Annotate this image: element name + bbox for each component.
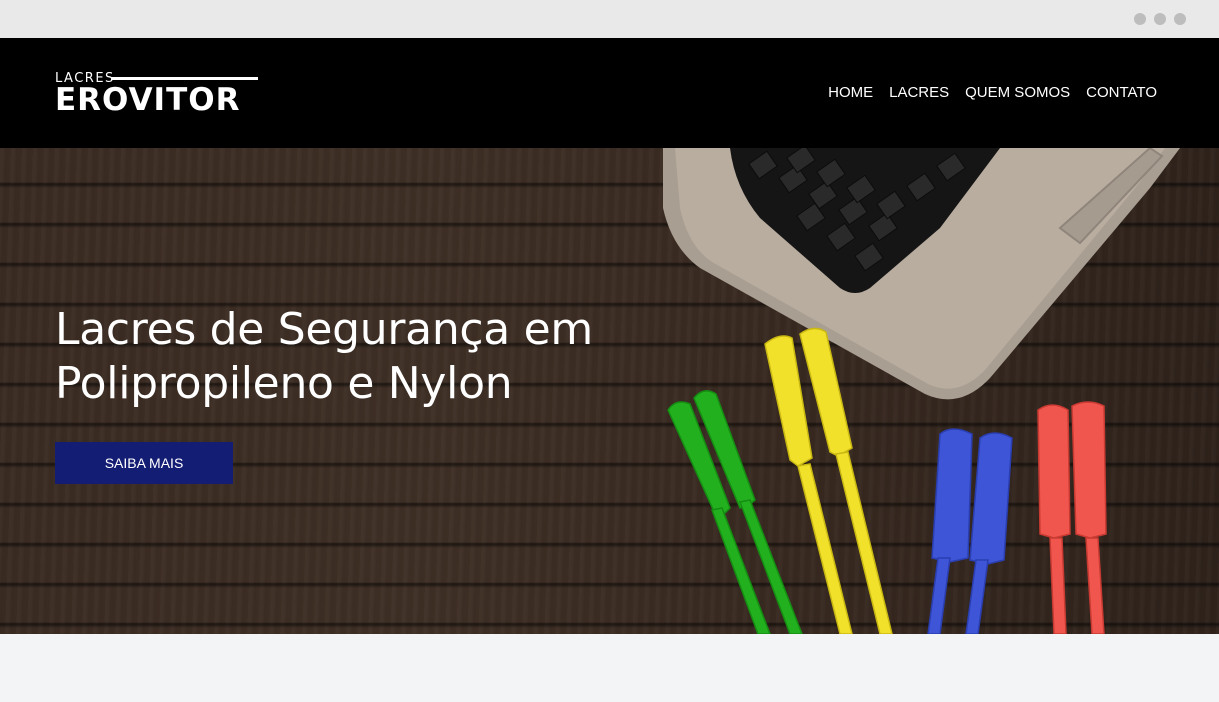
window-dot-icon[interactable] <box>1154 13 1166 25</box>
blue-seal-image <box>927 428 1013 634</box>
site-logo[interactable]: LACRES EROVITOR <box>55 72 260 116</box>
laptop-image <box>663 148 1180 400</box>
red-seal-image <box>1037 401 1107 634</box>
nav-item-lacres[interactable]: LACRES <box>889 84 949 101</box>
main-nav: HOME LACRES QUEM SOMOS CONTATO <box>828 84 1157 101</box>
nav-item-quem-somos[interactable]: QUEM SOMOS <box>965 84 1070 101</box>
content-section <box>0 634 1219 702</box>
window-dot-icon[interactable] <box>1174 13 1186 25</box>
logo-main-text: EROVITOR <box>55 82 241 118</box>
green-seal-image <box>667 390 803 634</box>
hero-banner: Lacres de Segurança em Polipropileno e N… <box>0 148 1219 634</box>
logo-rule <box>111 77 258 80</box>
window-dot-icon[interactable] <box>1134 13 1146 25</box>
hero-title-line-2: Polipropileno e Nylon <box>55 358 513 409</box>
hero-title: Lacres de Segurança em Polipropileno e N… <box>55 303 675 411</box>
browser-bar <box>0 0 1219 38</box>
nav-item-home[interactable]: HOME <box>828 84 873 101</box>
site-header: LACRES EROVITOR HOME LACRES QUEM SOMOS C… <box>0 38 1219 148</box>
hero-title-line-1: Lacres de Segurança em <box>55 304 593 355</box>
nav-item-contato[interactable]: CONTATO <box>1086 84 1157 101</box>
saiba-mais-button[interactable]: SAIBA MAIS <box>55 442 233 484</box>
